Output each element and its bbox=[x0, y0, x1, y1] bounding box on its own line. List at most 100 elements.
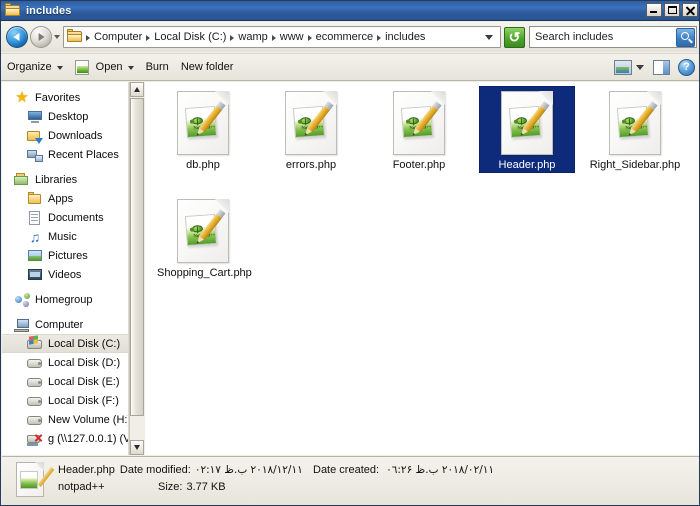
breadcrumb-item-local-disk-c[interactable]: Local Disk (C:) bbox=[151, 31, 229, 43]
details-line-2: notpad++ Size: 3.77 KB bbox=[58, 479, 699, 495]
breadcrumb-item-includes[interactable]: includes bbox=[382, 31, 428, 43]
file-item[interactable]: Notepad++ errors.php bbox=[263, 87, 359, 172]
window-title: includes bbox=[26, 4, 72, 17]
music-note-icon: ♫ bbox=[29, 228, 41, 245]
chevron-down-icon bbox=[127, 66, 134, 70]
new-folder-label: New folder bbox=[180, 61, 234, 73]
sidebar-label: New Volume (H:) bbox=[48, 413, 128, 426]
file-item[interactable]: Notepad++ db.php bbox=[155, 87, 251, 172]
search-input[interactable] bbox=[530, 30, 676, 44]
file-item[interactable]: Notepad++ Right_Sidebar.php bbox=[587, 87, 683, 172]
refresh-icon: ↺ bbox=[508, 28, 521, 45]
sidebar-item-apps[interactable]: Apps bbox=[2, 189, 128, 208]
explorer-window: includes Computer Local Disk (C:) wamp w… bbox=[0, 0, 700, 506]
sidebar-item-documents[interactable]: Documents bbox=[2, 208, 128, 227]
open-button[interactable]: Open bbox=[69, 57, 140, 78]
php-notepadpp-file-icon: Notepad++ bbox=[393, 91, 445, 155]
scroll-down-button[interactable] bbox=[130, 440, 144, 455]
nav-group-homegroup: Homegroup bbox=[2, 290, 128, 309]
close-button[interactable] bbox=[682, 3, 698, 17]
picture-icon bbox=[27, 248, 43, 264]
sidebar-item-music[interactable]: ♫ Music bbox=[2, 227, 128, 246]
sidebar-item-new-volume-h[interactable]: New Volume (H:) bbox=[2, 410, 128, 429]
php-notepadpp-file-icon: Notepad++ bbox=[177, 91, 229, 155]
view-icon[interactable] bbox=[614, 59, 632, 75]
date-modified-label: Date modified: bbox=[119, 464, 191, 476]
sidebar-item-local-disk-e[interactable]: Local Disk (E:) bbox=[2, 372, 128, 391]
sidebar-item-network-drive-v[interactable]: g (\\127.0.0.1) (V: bbox=[2, 429, 128, 448]
file-name: Right_Sidebar.php bbox=[589, 159, 681, 171]
navigation-pane-scrollbar[interactable] bbox=[129, 82, 144, 455]
sidebar-item-local-disk-c[interactable]: Local Disk (C:) bbox=[2, 334, 128, 353]
sidebar-item-recent-places[interactable]: Recent Places bbox=[2, 145, 128, 164]
chevron-right-icon bbox=[271, 35, 276, 41]
sidebar-label: g (\\127.0.0.1) (V: bbox=[48, 432, 128, 445]
scrollbar-thumb[interactable] bbox=[130, 98, 144, 416]
file-item-selected[interactable]: Notepad++ Header.php bbox=[479, 86, 575, 173]
chevron-down-icon[interactable] bbox=[636, 64, 644, 70]
minimize-button[interactable] bbox=[646, 3, 662, 17]
nav-group-favorites: ★ Favorites Desktop Downloads Recent Pla… bbox=[2, 88, 128, 164]
folder-icon bbox=[5, 3, 21, 18]
sidebar-item-computer[interactable]: Computer bbox=[2, 315, 128, 334]
monitor-icon bbox=[27, 109, 43, 125]
sidebar-label: Documents bbox=[48, 211, 104, 224]
associated-app-name: notpad++ bbox=[58, 481, 105, 493]
sidebar-item-local-disk-f[interactable]: Local Disk (F:) bbox=[2, 391, 128, 410]
navigation-pane[interactable]: ★ Favorites Desktop Downloads Recent Pla… bbox=[2, 82, 129, 455]
breadcrumb-item-www[interactable]: www bbox=[277, 31, 307, 43]
video-icon bbox=[27, 267, 43, 283]
disk-icon bbox=[27, 355, 43, 371]
details-line-1: Header.php Date modified: ٢٠١٨/١٢/١١ ب.ظ… bbox=[58, 462, 699, 478]
sidebar-label: Apps bbox=[48, 192, 74, 205]
new-folder-button[interactable]: New folder bbox=[175, 58, 240, 76]
chevron-right-icon bbox=[307, 35, 312, 41]
sidebar-label: Favorites bbox=[35, 91, 81, 104]
file-item[interactable]: Notepad++ Footer.php bbox=[371, 87, 467, 172]
folder-icon bbox=[67, 29, 83, 45]
star-icon: ★ bbox=[15, 88, 29, 106]
sidebar-label: Downloads bbox=[48, 129, 103, 142]
maximize-button[interactable] bbox=[664, 3, 680, 17]
breadcrumb-item-ecommerce[interactable]: ecommerce bbox=[313, 31, 376, 43]
notepadpp-icon bbox=[74, 59, 91, 75]
file-name: Footer.php bbox=[392, 159, 446, 171]
search-icon[interactable] bbox=[676, 27, 695, 47]
sidebar-item-desktop[interactable]: Desktop bbox=[2, 107, 128, 126]
sidebar-item-local-disk-d[interactable]: Local Disk (D:) bbox=[2, 353, 128, 372]
sidebar-item-homegroup[interactable]: Homegroup bbox=[2, 290, 128, 309]
breadcrumb[interactable]: Computer Local Disk (C:) wamp www ecomme… bbox=[63, 26, 501, 48]
chevron-right-icon bbox=[146, 35, 151, 41]
sidebar-item-favorites[interactable]: ★ Favorites bbox=[2, 88, 128, 107]
sidebar-item-videos[interactable]: Videos bbox=[2, 265, 128, 284]
command-bar: Organize Open Burn New folder ? bbox=[1, 53, 699, 81]
recent-pages-dropdown[interactable] bbox=[52, 26, 63, 48]
nav-group-computer: Computer Local Disk (C:) Local Disk (D:)… bbox=[2, 315, 128, 448]
sidebar-item-libraries[interactable]: Libraries bbox=[2, 170, 128, 189]
breadcrumb-item-computer[interactable]: Computer bbox=[91, 31, 145, 43]
file-name: Header.php bbox=[498, 159, 556, 171]
refresh-button[interactable]: ↺ bbox=[504, 26, 525, 48]
size-value: 3.77 KB bbox=[186, 481, 226, 493]
breadcrumb-item-wamp[interactable]: wamp bbox=[235, 31, 270, 43]
php-notepadpp-file-icon: Notepad++ bbox=[609, 91, 661, 155]
chevron-down-icon[interactable] bbox=[485, 34, 493, 40]
sidebar-label: Libraries bbox=[35, 173, 78, 186]
search-box[interactable] bbox=[529, 26, 697, 48]
organize-label: Organize bbox=[7, 61, 52, 73]
sidebar-item-pictures[interactable]: Pictures bbox=[2, 246, 128, 265]
burn-button[interactable]: Burn bbox=[140, 58, 175, 76]
forward-button[interactable] bbox=[30, 26, 52, 48]
file-list[interactable]: Notepad++ db.php Notepad++ errors.php No… bbox=[145, 82, 699, 455]
back-button[interactable] bbox=[6, 26, 28, 48]
address-bar: Computer Local Disk (C:) wamp www ecomme… bbox=[1, 22, 699, 52]
scroll-up-button[interactable] bbox=[130, 82, 144, 97]
chevron-right-icon bbox=[86, 35, 90, 41]
file-name: errors.php bbox=[285, 159, 337, 171]
organize-button[interactable]: Organize bbox=[1, 58, 69, 76]
help-icon[interactable]: ? bbox=[678, 58, 695, 76]
sidebar-item-downloads[interactable]: Downloads bbox=[2, 126, 128, 145]
burn-label: Burn bbox=[145, 61, 169, 73]
preview-pane-icon[interactable] bbox=[653, 59, 670, 75]
file-item[interactable]: Notepad++ Shopping_Cart.php bbox=[155, 195, 252, 280]
